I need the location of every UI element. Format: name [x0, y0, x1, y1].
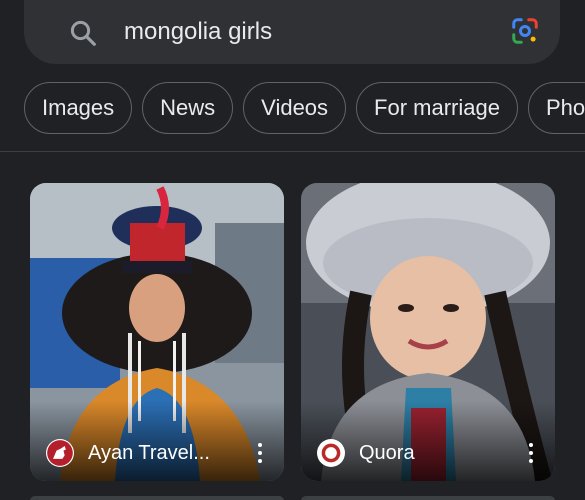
- quora-icon: [317, 439, 345, 467]
- search-results-page: mongolia girls Images News Videos For ma…: [0, 0, 585, 500]
- google-lens-icon[interactable]: [510, 14, 540, 48]
- chip-news[interactable]: News: [142, 82, 234, 134]
- next-result-card[interactable]: [30, 496, 284, 500]
- image-result-card[interactable]: Ayan Travel...: [30, 183, 284, 481]
- search-icon[interactable]: [68, 18, 98, 48]
- search-query[interactable]: mongolia girls: [124, 17, 272, 47]
- divider: [0, 151, 585, 152]
- more-options-icon[interactable]: [248, 439, 272, 467]
- chip-for-marriage[interactable]: For marriage: [356, 82, 518, 134]
- source-label: Quora: [359, 441, 415, 464]
- search-bar[interactable]: mongolia girls: [24, 0, 560, 64]
- filter-chips: Images News Videos For marriage Phot: [24, 82, 585, 136]
- chip-photos[interactable]: Phot: [527, 82, 585, 134]
- source-label: Ayan Travel...: [88, 441, 210, 464]
- chip-videos[interactable]: Videos: [243, 82, 347, 134]
- horse-icon: [46, 439, 74, 467]
- result-source[interactable]: Ayan Travel...: [46, 439, 210, 467]
- chip-images[interactable]: Images: [24, 82, 133, 134]
- more-options-icon[interactable]: [519, 439, 543, 467]
- next-result-card[interactable]: [301, 496, 555, 500]
- result-source[interactable]: Quora: [317, 439, 415, 467]
- image-result-card[interactable]: Quora: [301, 183, 555, 481]
